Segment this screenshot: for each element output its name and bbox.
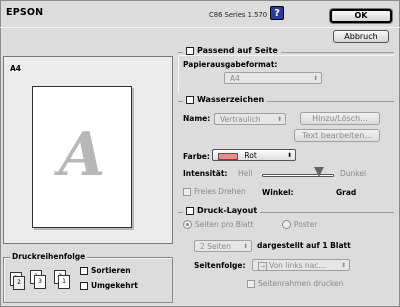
poster-radio[interactable] (282, 220, 291, 229)
page-order-arrow-icon: → (258, 262, 268, 271)
pages-per-sheet-radio[interactable] (183, 220, 192, 229)
updown-arrows-icon: ⬍ (340, 262, 346, 269)
fit-to-page-checkbox[interactable] (186, 46, 194, 55)
angle-unit: Grad (336, 188, 357, 197)
page-order-select[interactable]: → Von links nac... ⬍ (252, 259, 350, 271)
watermark-color-select[interactable]: Rot ⬍ (212, 149, 296, 161)
free-rotate-label: Freies Drehen (194, 187, 246, 196)
updown-arrows-icon: ⬍ (276, 116, 282, 123)
page-border-label: Seitenrahmen drucken (258, 279, 344, 288)
watermark-name-label: Name: (183, 114, 211, 123)
output-format-label: Papierausgabeformat: (183, 60, 278, 69)
pages-count-value: 2 Seiten (200, 242, 231, 251)
print-layout-title: Druck-Layout (197, 206, 258, 215)
ok-button[interactable]: OK (330, 9, 392, 23)
free-rotate-checkbox[interactable] (183, 187, 191, 196)
color-swatch (218, 152, 238, 160)
watermark-name-select[interactable]: Vertraulich ⬍ (214, 113, 286, 125)
print-order-title: Druckreihenfolge (10, 252, 88, 261)
intensity-slider-thumb[interactable] (314, 167, 324, 177)
watermark-preview-letter: A (58, 120, 106, 190)
updown-arrows-icon: ⬍ (286, 152, 292, 159)
add-delete-watermark-button[interactable]: Hinzu/Lösch... (300, 112, 380, 125)
watermark-name-value: Vertraulich (220, 115, 261, 124)
watermark-color-label: Farbe: (183, 152, 210, 161)
intensity-light-label: Hell (238, 169, 253, 178)
page-stack-icon: 1 (58, 275, 70, 289)
poster-label: Poster (294, 220, 318, 229)
print-layout-checkbox[interactable] (186, 206, 194, 215)
updown-arrows-icon: ⬍ (242, 243, 248, 250)
cancel-button[interactable]: Abbruch (333, 30, 389, 43)
page-order-label: Seitenfolge: (194, 261, 246, 270)
reverse-label: Umgekehrt (91, 281, 138, 290)
edit-watermark-text-button[interactable]: Text bearbeiten... (294, 129, 380, 142)
sort-checkbox[interactable] (80, 266, 88, 275)
pages-per-sheet-label: Seiten pro Blatt (195, 220, 254, 229)
fit-to-page-header[interactable]: Passend auf Seite (183, 46, 281, 55)
header-separator (0, 27, 400, 28)
page-order-value: Von links nac... (269, 261, 326, 270)
pages-per-sheet-option[interactable]: Seiten pro Blatt (183, 220, 254, 229)
help-icon[interactable]: ? (270, 6, 284, 20)
intensity-dark-label: Dunkel (340, 169, 367, 178)
epson-logo: EPSON (6, 7, 44, 18)
page-border-option[interactable]: Seitenrahmen drucken (247, 279, 343, 288)
free-rotate-option[interactable]: Freies Drehen (183, 187, 246, 196)
watermark-color-value: Rot (244, 151, 257, 160)
pages-count-select[interactable]: 2 Seiten ⬍ (194, 240, 252, 252)
pages-suffix-label: dargestellt auf 1 Blatt (257, 241, 351, 250)
print-order-group (3, 257, 173, 303)
sort-label: Sortieren (91, 266, 131, 275)
poster-option[interactable]: Poster (282, 220, 317, 229)
preview-paper-size: A4 (10, 64, 22, 73)
driver-version: C86 Series 1.570 (209, 11, 268, 19)
fit-to-page-title: Passend auf Seite (197, 46, 278, 55)
page-border-checkbox[interactable] (247, 279, 255, 288)
watermark-checkbox[interactable] (186, 95, 194, 104)
intensity-label: Intensität: (183, 169, 228, 178)
output-format-select[interactable]: A4 ⬍ (224, 72, 322, 84)
watermark-header[interactable]: Wasserzeichen (183, 95, 268, 104)
angle-label: Winkel: (262, 188, 294, 197)
updown-arrows-icon: ⬍ (312, 75, 318, 82)
output-format-value: A4 (230, 74, 240, 83)
page-stack-icon: 2 (13, 276, 25, 290)
page-stack-icon: 3 (34, 275, 46, 289)
sort-option[interactable]: Sortieren (80, 266, 131, 275)
reverse-option[interactable]: Umgekehrt (80, 281, 138, 290)
print-layout-header[interactable]: Druck-Layout (183, 206, 261, 215)
watermark-title: Wasserzeichen (197, 95, 265, 104)
reverse-checkbox[interactable] (80, 281, 88, 290)
